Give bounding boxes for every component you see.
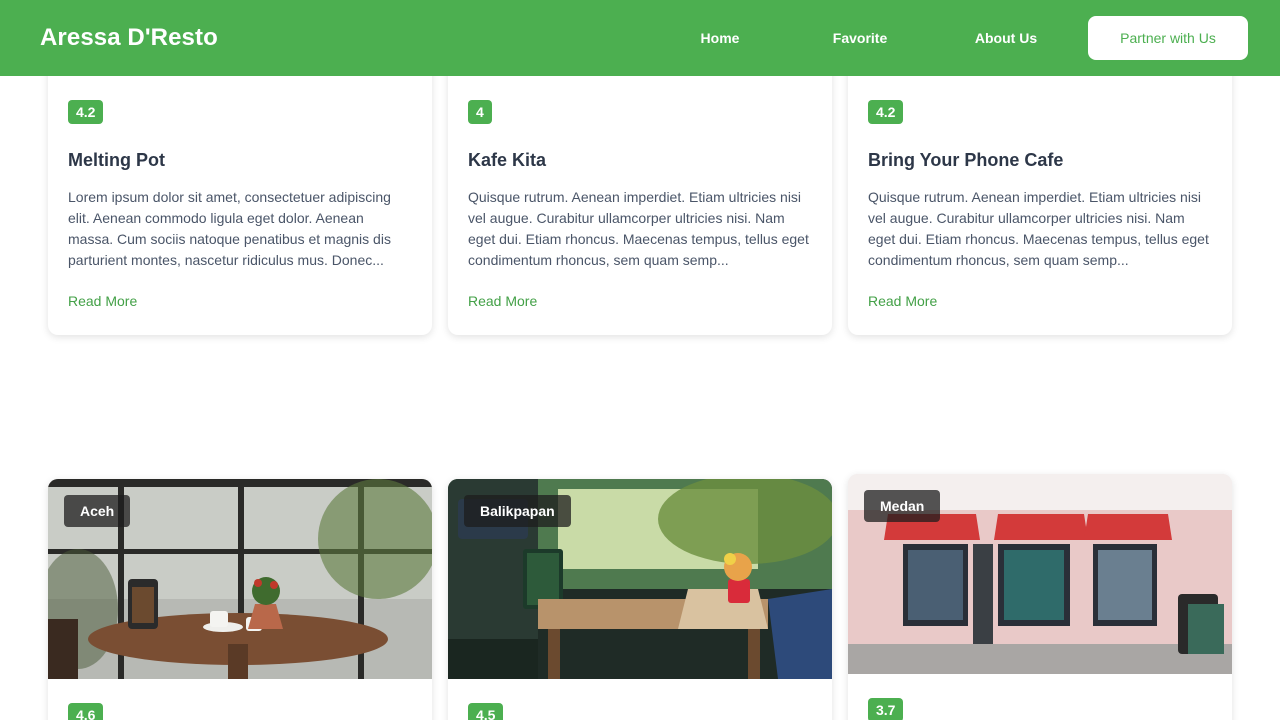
nav-link-favorite[interactable]: Favorite bbox=[804, 30, 916, 46]
brand-logo[interactable]: Aressa D'Resto bbox=[40, 24, 218, 52]
restaurant-image: Balikpapan bbox=[448, 479, 832, 679]
city-badge: Aceh bbox=[64, 495, 131, 527]
read-more-link[interactable]: Read More bbox=[468, 293, 537, 309]
rating-badge: 4.6 bbox=[68, 703, 104, 720]
read-more-link[interactable]: Read More bbox=[68, 293, 137, 309]
rating-badge: 4.2 bbox=[68, 100, 104, 124]
card-body: 3.7 bbox=[848, 674, 1232, 720]
restaurant-description: Quisque rutrum. Aenean imperdiet. Etiam … bbox=[868, 189, 1209, 268]
restaurant-image: Aceh bbox=[48, 479, 432, 679]
restaurant-name: Kafe Kita bbox=[468, 150, 547, 170]
restaurant-description: Quisque rutrum. Aenean imperdiet. Etiam … bbox=[468, 189, 809, 268]
city-badge: Medan bbox=[864, 490, 941, 522]
rating-badge: 3.7 bbox=[868, 698, 904, 720]
restaurant-card-medan: Medan 3.7 bbox=[848, 474, 1232, 720]
top-navbar: Aressa D'Resto Home Favorite About Us Pa… bbox=[0, 0, 1280, 76]
nav-link-about-us[interactable]: About Us bbox=[954, 30, 1058, 46]
restaurant-name: Bring Your Phone Cafe bbox=[868, 150, 1064, 170]
card-body: 4.5 bbox=[448, 679, 832, 720]
rating-badge: 4.5 bbox=[468, 703, 504, 720]
restaurant-image: Medan bbox=[848, 474, 1232, 674]
card-body: 4.2 Melting Pot Lorem ipsum dolor sit am… bbox=[48, 76, 432, 335]
read-more-link[interactable]: Read More bbox=[868, 293, 937, 309]
nav-links: Home Favorite About Us Partner with Us bbox=[668, 16, 1248, 60]
city-badge: Balikpapan bbox=[464, 495, 571, 527]
restaurant-card-aceh: Aceh 4.6 bbox=[48, 479, 432, 720]
rating-badge: 4 bbox=[468, 100, 492, 124]
rating-badge: 4.2 bbox=[868, 100, 904, 124]
nav-link-home[interactable]: Home bbox=[668, 30, 772, 46]
card-body: 4.6 bbox=[48, 679, 432, 720]
card-body: 4 Kafe Kita Quisque rutrum. Aenean imper… bbox=[448, 76, 832, 335]
partner-with-us-button[interactable]: Partner with Us bbox=[1088, 16, 1248, 60]
restaurant-card-balikpapan: Balikpapan 4.5 bbox=[448, 479, 832, 720]
restaurant-description: Lorem ipsum dolor sit amet, consectetuer… bbox=[68, 189, 391, 268]
restaurant-name: Melting Pot bbox=[68, 150, 165, 170]
card-body: 4.2 Bring Your Phone Cafe Quisque rutrum… bbox=[848, 76, 1232, 335]
